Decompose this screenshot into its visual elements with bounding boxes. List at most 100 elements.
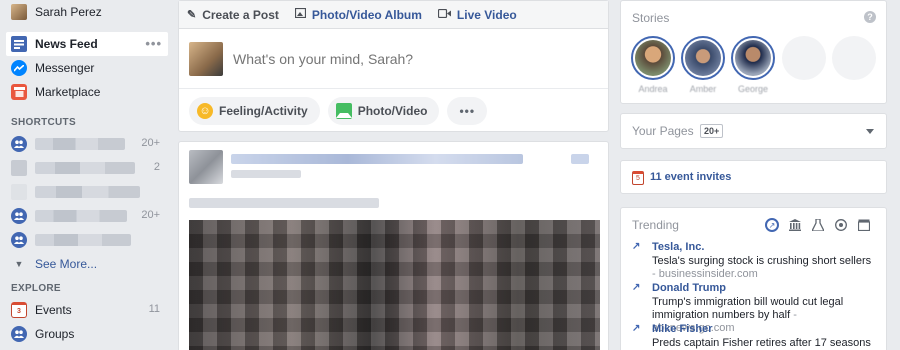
story-name: Andrea bbox=[638, 84, 668, 94]
tab-label: Live Video bbox=[456, 7, 517, 22]
story-avatar bbox=[685, 40, 721, 76]
science-icon[interactable] bbox=[811, 218, 825, 232]
shortcut-item[interactable]: 20+ bbox=[6, 204, 168, 228]
story-thumbnail[interactable] bbox=[731, 36, 775, 80]
help-icon[interactable]: ? bbox=[864, 11, 876, 23]
shortcut-count: 2 bbox=[153, 161, 160, 173]
sidebar-item-news-feed[interactable]: News Feed ••• bbox=[6, 32, 168, 56]
group-icon bbox=[11, 136, 27, 152]
trending-arrow-icon: ↗ bbox=[632, 282, 641, 293]
story-name: Amber bbox=[689, 84, 717, 94]
video-camera-icon bbox=[437, 8, 451, 21]
feeling-activity-button[interactable]: ☺ Feeling/Activity bbox=[189, 97, 320, 125]
button-label: Photo/Video bbox=[357, 104, 428, 118]
calendar-icon: 5 bbox=[632, 171, 644, 185]
smile-icon: ☺ bbox=[197, 103, 213, 119]
sidebar-item-label: Messenger bbox=[35, 61, 95, 75]
events-count: 11 bbox=[148, 303, 160, 315]
stories-panel: Stories ? Andrea Amber George bbox=[620, 0, 887, 104]
story-placeholder bbox=[832, 36, 876, 80]
sidebar-item-marketplace[interactable]: Marketplace bbox=[6, 80, 168, 104]
tab-create-post[interactable]: ✎ Create a Post bbox=[187, 8, 279, 22]
trending-topic[interactable]: Mike Fisher bbox=[652, 323, 713, 335]
shortcut-count: 20+ bbox=[141, 209, 160, 221]
entertainment-icon[interactable] bbox=[857, 218, 871, 232]
tab-live-video[interactable]: Live Video bbox=[437, 7, 517, 22]
profile-avatar bbox=[11, 4, 27, 20]
blurred-post-header bbox=[231, 154, 523, 164]
album-icon bbox=[294, 7, 307, 21]
trending-panel: Trending ↗ ↗ Tesla, Inc. Tesla's surging… bbox=[620, 207, 887, 350]
trending-headline: Preds captain Fisher retires after 17 se… bbox=[652, 337, 871, 349]
see-more-label: See More... bbox=[35, 257, 98, 271]
post-author-avatar bbox=[189, 150, 223, 184]
trending-arrow-icon: ↗ bbox=[632, 323, 641, 334]
post-image[interactable] bbox=[189, 220, 600, 350]
story-avatar bbox=[635, 40, 671, 76]
tab-label: Photo/Video Album bbox=[311, 7, 422, 22]
status-input[interactable] bbox=[233, 50, 533, 67]
blurred-post-time bbox=[231, 170, 301, 178]
chevron-down-icon[interactable] bbox=[866, 129, 874, 134]
shortcuts-header: SHORTCUTS bbox=[11, 117, 76, 128]
trending-topic[interactable]: Donald Trump bbox=[652, 282, 726, 294]
trending-category-tabs: ↗ bbox=[765, 218, 880, 232]
left-sidebar: Sarah Perez News Feed ••• Messenger Mark… bbox=[0, 0, 170, 350]
story-thumbnail[interactable] bbox=[681, 36, 725, 80]
pages-count-badge: 20+ bbox=[700, 124, 724, 138]
trending-top-icon[interactable]: ↗ bbox=[765, 218, 779, 232]
sidebar-item-label: News Feed bbox=[35, 37, 98, 51]
news-feed-icon bbox=[11, 36, 27, 52]
shortcut-item[interactable] bbox=[6, 180, 168, 204]
blurred-post-meta bbox=[571, 154, 589, 164]
see-more-link[interactable]: ▼ See More... bbox=[6, 252, 168, 276]
composer-tabs: ✎ Create a Post Photo/Video Album Live V… bbox=[179, 1, 608, 29]
your-pages-panel[interactable]: Your Pages 20+ bbox=[620, 113, 887, 149]
pencil-icon: ✎ bbox=[187, 9, 197, 21]
avatar bbox=[189, 41, 223, 76]
shortcut-item[interactable] bbox=[6, 228, 168, 252]
blurred-shortcut-name bbox=[35, 186, 140, 198]
feed-post bbox=[178, 141, 609, 350]
photo-icon bbox=[335, 103, 352, 119]
composer-actions: ☺ Feeling/Activity Photo/Video ••• bbox=[179, 89, 608, 133]
photo-video-button[interactable]: Photo/Video bbox=[327, 97, 440, 125]
story-name: George bbox=[737, 84, 769, 94]
trending-title: Trending bbox=[632, 218, 679, 232]
profile-link[interactable]: Sarah Perez bbox=[6, 0, 168, 24]
politics-icon[interactable] bbox=[788, 218, 802, 232]
shortcut-item[interactable]: 2 bbox=[6, 156, 168, 180]
story-thumbnail[interactable] bbox=[631, 36, 675, 80]
page-icon bbox=[11, 160, 27, 176]
sidebar-item-label: Events bbox=[35, 303, 72, 317]
marketplace-icon bbox=[11, 84, 27, 100]
blurred-shortcut-name bbox=[35, 162, 135, 174]
tab-label: Create a Post bbox=[202, 7, 279, 22]
page-icon bbox=[11, 184, 27, 200]
shortcut-item[interactable]: 20+ bbox=[6, 132, 168, 156]
group-icon bbox=[11, 208, 27, 224]
button-label: Feeling/Activity bbox=[219, 104, 308, 118]
sidebar-item-messenger[interactable]: Messenger bbox=[6, 56, 168, 80]
calendar-icon: 3 bbox=[11, 302, 27, 318]
sidebar-item-groups[interactable]: Groups bbox=[6, 322, 168, 346]
trending-arrow-icon: ↗ bbox=[632, 241, 641, 252]
story-avatar bbox=[735, 40, 771, 76]
trending-source: - businessinsider.com bbox=[652, 268, 758, 280]
more-options-icon[interactable]: ••• bbox=[145, 36, 162, 51]
tab-photo-video-album[interactable]: Photo/Video Album bbox=[294, 7, 422, 22]
groups-icon bbox=[11, 326, 27, 342]
trending-headline: Trump's immigration bill would cut legal… bbox=[652, 296, 844, 321]
chevron-down-icon: ▼ bbox=[14, 259, 24, 269]
trending-topic[interactable]: Tesla, Inc. bbox=[652, 241, 704, 253]
stories-title: Stories bbox=[632, 11, 670, 25]
event-invites-panel[interactable]: 5 11 event invites bbox=[620, 160, 887, 194]
story-placeholder bbox=[782, 36, 826, 80]
your-pages-title: Your Pages bbox=[632, 124, 694, 138]
event-invites-link[interactable]: 11 event invites bbox=[650, 171, 731, 183]
sports-icon[interactable] bbox=[834, 218, 848, 232]
more-options-button[interactable]: ••• bbox=[447, 97, 488, 125]
explore-header: EXPLORE bbox=[11, 283, 61, 294]
sidebar-item-events[interactable]: 3 Events 11 bbox=[6, 298, 168, 322]
group-icon bbox=[11, 232, 27, 248]
